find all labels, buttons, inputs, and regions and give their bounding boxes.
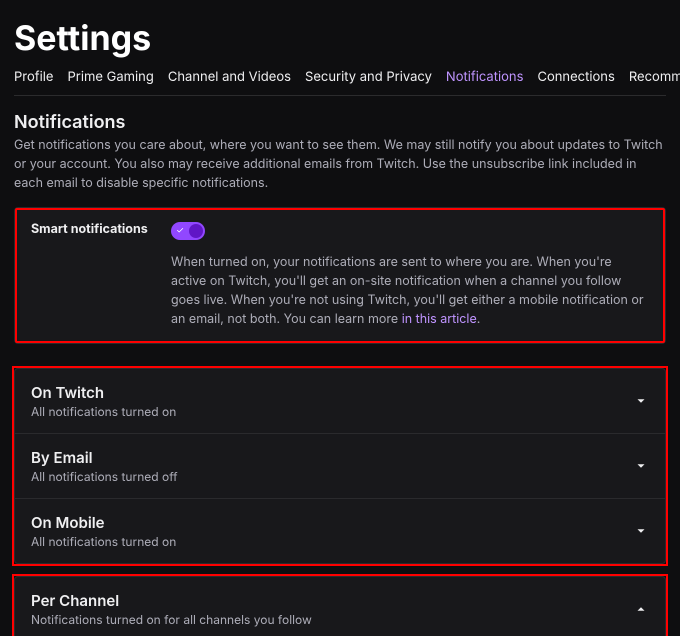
notifications-description: Get notifications you care about, where … [14,137,666,193]
smart-notifications-toggle[interactable] [171,222,205,240]
chevron-down-icon [633,523,649,539]
tab-profile[interactable]: Profile [14,69,53,85]
accordion-subtitle: All notifications turned on [31,404,176,419]
accordion-subtitle: All notifications turned off [31,469,178,484]
smart-text-suffix: . [477,312,481,327]
chevron-up-icon [633,601,649,617]
accordion-per-channel[interactable]: Per Channel Notifications turned on for … [15,577,665,636]
tab-recommendations[interactable]: Recommendations [629,69,680,85]
accordion-subtitle: All notifications turned on [31,534,176,549]
accordion-title: By Email [31,448,178,467]
accordion-subtitle: Notifications turned on for all channels… [31,612,312,627]
tab-notifications[interactable]: Notifications [446,69,524,85]
smart-notifications-text: When turned on, your notifications are s… [171,254,649,329]
per-channel-accordion: Per Channel Notifications turned on for … [14,576,666,636]
accordion-title: On Twitch [31,383,176,402]
tab-prime-gaming[interactable]: Prime Gaming [67,69,153,85]
chevron-down-icon [633,393,649,409]
settings-tabs: Profile Prime Gaming Channel and Videos … [14,69,666,96]
accordion-by-email[interactable]: By Email All notifications turned off [15,434,665,499]
notifications-heading: Notifications [14,112,666,133]
accordion-on-mobile[interactable]: On Mobile All notifications turned on [15,499,665,563]
tab-channel-videos[interactable]: Channel and Videos [168,69,291,85]
notification-accordion: On Twitch All notifications turned on By… [14,368,666,564]
smart-notifications-panel: Smart notifications When turned on, your… [14,207,666,344]
smart-learn-more-link[interactable]: in this article [402,312,477,327]
tab-connections[interactable]: Connections [537,69,614,85]
accordion-title: On Mobile [31,513,176,532]
smart-notifications-label: Smart notifications [31,222,171,237]
accordion-title: Per Channel [31,591,312,610]
accordion-on-twitch[interactable]: On Twitch All notifications turned on [15,369,665,434]
page-title: Settings [14,18,666,59]
tab-security-privacy[interactable]: Security and Privacy [305,69,432,85]
chevron-down-icon [633,458,649,474]
